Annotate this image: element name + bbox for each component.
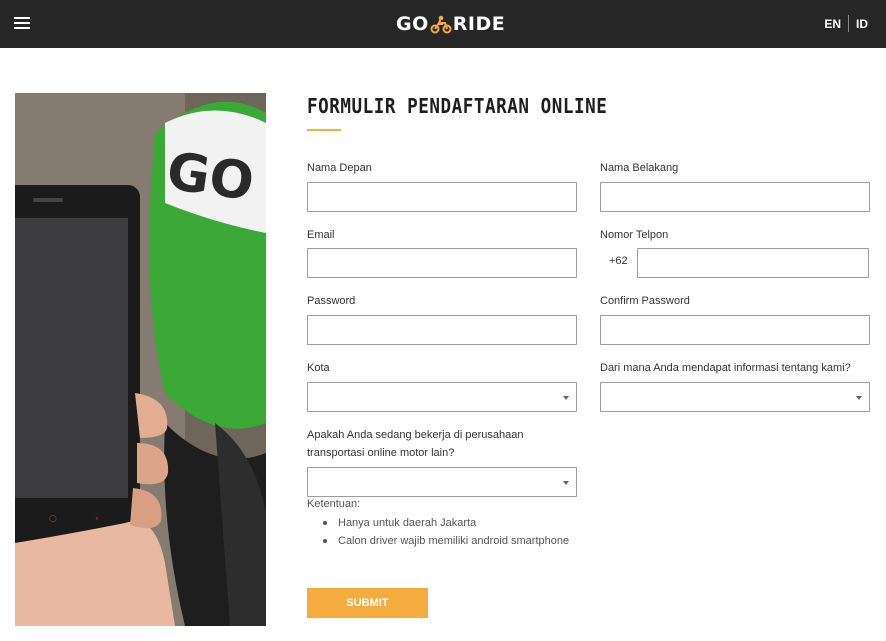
other-company-select[interactable] [307,467,577,497]
phone-in-hand-photo: GO ○ ‹ [15,93,266,626]
phone-country-prefix: +62 [609,255,628,267]
password-input[interactable] [307,315,577,345]
city-select[interactable] [307,382,577,412]
phone-in-hand-illustration: GO ○ ‹ [15,93,266,626]
lang-id-link[interactable]: ID [849,17,868,31]
other-company-label-line1: Apakah Anda sedang bekerja di perusahaan [307,429,524,441]
first-name-input[interactable] [307,182,577,212]
email-label: Email [307,229,335,241]
motorbike-rider-icon [430,15,452,34]
chevron-down-icon [563,396,569,400]
svg-text:GO: GO [163,141,257,213]
logo-text-go: GO [396,13,429,35]
terms-label: Ketentuan: [307,498,361,510]
svg-text:‹: ‹ [95,514,99,524]
email-input[interactable] [307,248,577,278]
lang-en-link[interactable]: EN [824,17,848,31]
goride-logo[interactable]: GO RIDE [396,12,505,36]
first-name-label: Nama Depan [307,162,372,174]
language-switcher: EN ID [824,15,868,32]
password-label: Password [307,295,356,307]
svg-text:○: ○ [49,514,57,524]
hamburger-icon[interactable] [14,17,30,30]
phone-label: Nomor Telpon [600,229,669,241]
source-label: Dari mana Anda mendapat informasi tentan… [600,362,851,374]
submit-button[interactable]: SUBMIT [307,588,428,618]
chevron-down-icon [856,396,862,400]
other-company-label-line2: transportasi online motor lain? [307,447,455,459]
title-accent-underline [307,129,341,131]
logo-text-ride: RIDE [452,13,506,35]
terms-item: Calon driver wajib memiliki android smar… [323,534,569,552]
confirm-password-label: Confirm Password [600,295,690,307]
form-title: FORMULIR PENDAFTARAN ONLINE [307,94,608,118]
top-navbar: GO RIDE EN ID [0,0,886,48]
confirm-password-input[interactable] [600,315,870,345]
phone-input[interactable] [637,248,869,278]
last-name-input[interactable] [600,182,870,212]
last-name-label: Nama Belakang [600,162,679,174]
chevron-down-icon [563,481,569,485]
source-select[interactable] [600,382,870,412]
terms-list: Hanya untuk daerah Jakarta Calon driver … [323,516,569,552]
terms-item: Hanya untuk daerah Jakarta [323,516,569,534]
city-label: Kota [307,362,330,374]
